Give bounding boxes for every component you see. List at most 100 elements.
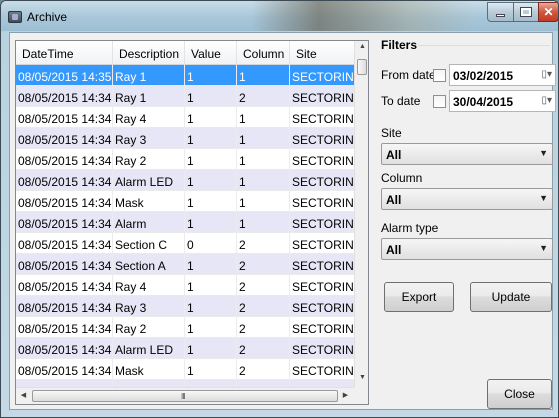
cell-datetime: 08/05/2015 14:34:39 (16, 86, 113, 106)
table-row[interactable]: 08/05/2015 14:34:08Section A12SECTORING (16, 254, 354, 275)
cell-column: 2 (237, 86, 290, 106)
scroll-left-icon[interactable]: ◀ (16, 391, 31, 399)
cell-column: 2 (237, 359, 290, 379)
site-label: Site (381, 126, 402, 140)
column-select[interactable]: All ▼ (381, 188, 553, 210)
chevron-down-icon: ▼ (539, 193, 548, 203)
update-button[interactable]: Update (470, 282, 552, 312)
cell-column: 2 (237, 254, 290, 274)
table-row[interactable]: 08/05/2015 14:34:08Alarm11SECTORING (16, 212, 354, 233)
cell-column: 2 (237, 275, 290, 295)
grid-rows: 08/05/2015 14:35:49Ray 111SECTORING08/05… (16, 65, 354, 401)
table-row[interactable]: 08/05/2015 14:34:08Ray 311SECTORING (16, 128, 354, 149)
cell-column: 1 (237, 149, 290, 169)
cell-value: 1 (185, 65, 237, 85)
column-header-value[interactable]: Value (185, 41, 237, 65)
cell-site: SECTORING (292, 70, 354, 84)
close-window-button[interactable]: ✕ (538, 2, 558, 22)
cell-datetime: 08/05/2015 14:34:08 (16, 212, 113, 232)
maximize-button[interactable] (513, 2, 539, 22)
to-date-picker[interactable]: 30/04/2015 ▯▾ (449, 90, 556, 112)
table-row[interactable]: 08/05/2015 14:34:08Ray 211SECTORING (16, 149, 354, 170)
alarm-type-selected-value: All (386, 243, 402, 257)
cell-column: 1 (237, 212, 290, 232)
table-row[interactable]: 08/05/2015 14:34:39Ray 112SECTORING (16, 86, 354, 107)
grip-icon: III (181, 392, 186, 401)
vertical-scroll-thumb[interactable] (357, 59, 367, 75)
cell-datetime: 08/05/2015 14:34:08 (16, 128, 113, 148)
cell-column: 1 (237, 170, 290, 190)
archive-window: Archive ✕ DateTime Description Value Col… (0, 0, 559, 418)
cell-description: Mask (113, 191, 185, 211)
table-row[interactable]: 08/05/2015 14:35:49Ray 111SECTORING (16, 65, 354, 86)
table-row[interactable]: 08/05/2015 14:34:08Mask11SECTORING (16, 191, 354, 212)
cell-value: 1 (185, 212, 237, 232)
alarm-type-select[interactable]: All ▼ (381, 238, 553, 260)
table-row[interactable]: 08/05/2015 14:34:08Ray 212SECTORING (16, 317, 354, 338)
cell-site: SECTORING (292, 238, 354, 252)
scroll-right-icon[interactable]: ▶ (338, 391, 353, 399)
from-date-picker[interactable]: 03/02/2015 ▯▾ (449, 64, 556, 86)
horizontal-scroll-thumb[interactable]: III (32, 390, 338, 402)
cell-datetime: 08/05/2015 14:34:07 (16, 338, 113, 358)
window-client-area: DateTime Description Value Column Site 0… (9, 32, 556, 410)
alarm-type-label: Alarm type (381, 221, 439, 235)
cell-site: SECTORING (292, 301, 354, 315)
cell-datetime: 08/05/2015 14:34:08 (16, 149, 113, 169)
cell-datetime: 08/05/2015 14:34:08 (16, 233, 113, 253)
to-date-checkbox[interactable] (433, 95, 446, 108)
cell-site: SECTORING (292, 280, 354, 294)
chevron-down-icon: ▼ (539, 148, 548, 158)
scroll-down-icon[interactable]: ▼ (355, 374, 368, 381)
from-date-label: From date (381, 68, 436, 82)
vertical-scrollbar[interactable]: ▲ ▼ (354, 41, 368, 387)
export-button[interactable]: Export (384, 282, 454, 312)
column-selected-value: All (386, 193, 402, 207)
from-date-checkbox[interactable] (433, 69, 446, 82)
archive-grid[interactable]: DateTime Description Value Column Site 0… (15, 40, 369, 405)
minimize-button[interactable] (487, 2, 514, 22)
table-row[interactable]: 08/05/2015 14:34:08Ray 312SECTORING (16, 296, 354, 317)
column-header-datetime[interactable]: DateTime (16, 41, 113, 65)
table-row[interactable]: 08/05/2015 14:34:08Alarm LED11SECTORING (16, 170, 354, 191)
column-header-column[interactable]: Column (237, 41, 290, 65)
column-header-site[interactable]: Site (290, 41, 354, 65)
close-button[interactable]: Close (487, 379, 552, 409)
cell-site: SECTORING (292, 259, 354, 273)
scroll-corner (354, 387, 368, 404)
cell-description: Ray 1 (113, 86, 185, 106)
cell-value: 1 (185, 149, 237, 169)
cell-datetime: 08/05/2015 14:34:08 (16, 317, 113, 337)
horizontal-scrollbar[interactable]: ◀ III ▶ (16, 387, 354, 404)
cell-description: Ray 3 (113, 296, 185, 316)
cell-value: 1 (185, 170, 237, 190)
cell-value: 1 (185, 296, 237, 316)
cell-description: Ray 4 (113, 275, 185, 295)
table-row[interactable]: 08/05/2015 14:34:08Section C02SECTORING (16, 233, 354, 254)
filters-group-title: Filters (381, 38, 418, 52)
cell-description: Alarm LED (113, 338, 185, 358)
calendar-dropdown-icon[interactable]: ▯▾ (541, 95, 552, 106)
minimize-icon (496, 14, 505, 17)
cell-datetime: 08/05/2015 14:34:08 (16, 296, 113, 316)
to-date-label: To date (381, 94, 421, 108)
table-row[interactable]: 08/05/2015 14:34:07Alarm LED12SECTORING (16, 338, 354, 359)
title-bar[interactable]: Archive ✕ (1, 1, 558, 31)
table-row[interactable]: 08/05/2015 14:34:08Ray 411SECTORING (16, 107, 354, 128)
site-select[interactable]: All ▼ (381, 143, 553, 165)
table-row[interactable]: 08/05/2015 14:34:07Mask12SECTORING (16, 359, 354, 380)
cell-description: Section A (113, 254, 185, 274)
close-icon: ✕ (543, 5, 554, 19)
column-header-description[interactable]: Description (113, 41, 185, 65)
chevron-down-icon: ▼ (539, 243, 548, 253)
cell-column: 1 (237, 191, 290, 211)
cell-description: Alarm LED (113, 170, 185, 190)
title-bar-background (251, 1, 476, 31)
filters-group-divider (418, 45, 550, 46)
table-row[interactable]: 08/05/2015 14:34:08Ray 412SECTORING (16, 275, 354, 296)
cell-value: 1 (185, 359, 237, 379)
cell-site: SECTORING (292, 175, 354, 189)
calendar-dropdown-icon[interactable]: ▯▾ (541, 69, 552, 80)
scroll-up-icon[interactable]: ▲ (355, 43, 368, 50)
cell-datetime: 08/05/2015 14:34:07 (16, 359, 113, 379)
